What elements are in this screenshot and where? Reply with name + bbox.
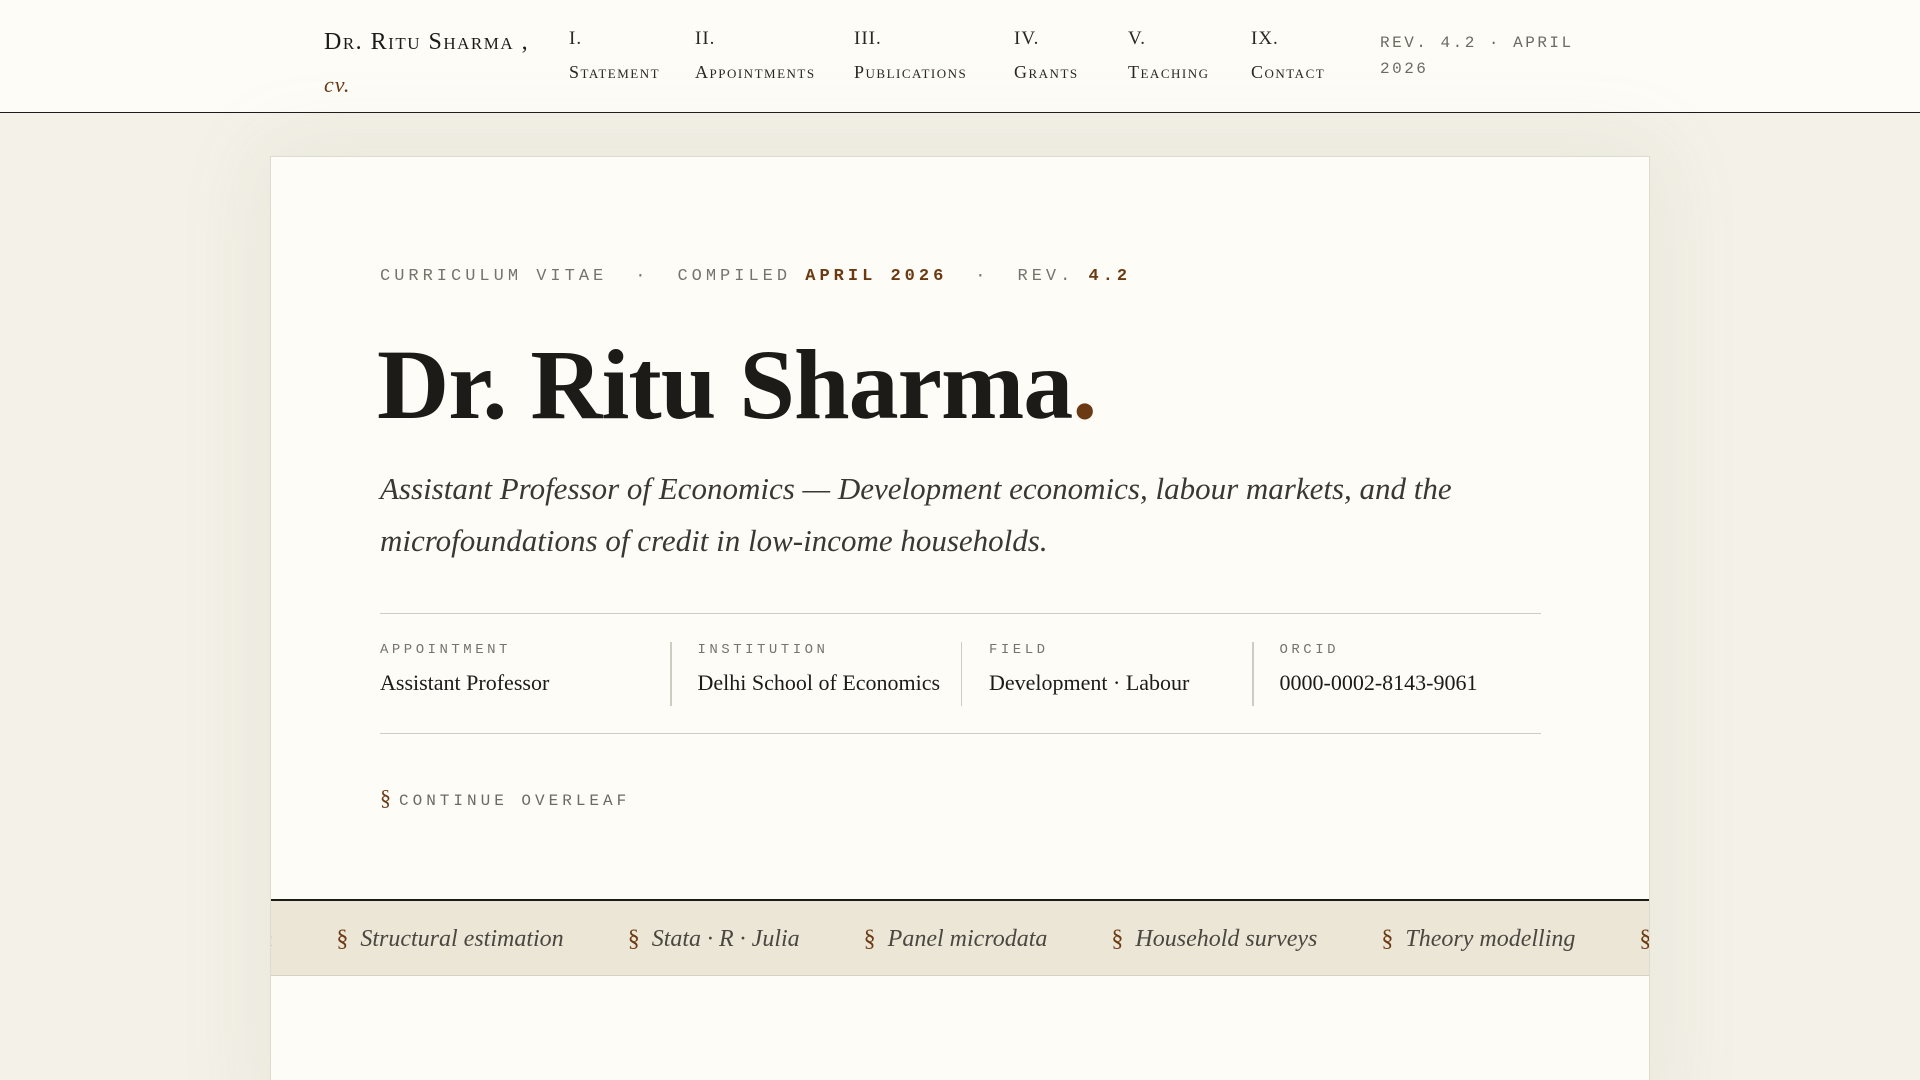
nav-item-number: I. [569,28,583,49]
meta-compiled-label: COMPILED [677,267,792,286]
fact-key: Appointment [380,642,511,658]
revision-label: REV. 4.2 · APRIL 2026 [1380,34,1574,78]
tagline: Assistant Professor of Economics — Devel… [380,471,1452,558]
fact-orcid: ORCID 0000-0002-8143-9061 [1254,614,1534,733]
marquee-item: § Stata · R · Julia [628,926,800,953]
cv-card: CURRICULUM VITAE · COMPILED APRIL 2026 · REV… [270,156,1650,1080]
top-navigation-bar: Dr. Ritu Sharma , cv. I. Statement II. A… [0,0,1920,113]
brand[interactable]: Dr. Ritu Sharma , cv. [324,22,529,105]
marquee-item-label: Household surveys [1135,926,1318,952]
marquee-track: uation § Structural estimation § Stata · R… [271,901,1649,975]
marquee-item-label: Panel microdata [887,926,1048,952]
fact-value: 0000-0002-8143-9061 [1279,670,1478,695]
fact-field: Field Development · Labour [962,614,1252,733]
nav-item-appointments[interactable]: II. Appointments [695,24,816,90]
section-mark-icon: § [336,926,349,952]
fact-appointment: Appointment Assistant Professor [380,614,670,733]
nav-item-statement[interactable]: I. Statement [569,24,660,90]
cv-meta-line: CURRICULUM VITAE · COMPILED APRIL 2026 · REV… [380,267,1131,286]
brand-name: Dr. Ritu Sharma , [324,29,530,55]
nav-item-number: IX. [1251,28,1279,49]
nav-item-publications[interactable]: III. Publications [854,24,967,90]
nav-item-label: Publications [854,62,968,82]
meta-rev-number: 4.2 [1088,267,1132,286]
nav-item-number: IV. [1014,28,1040,49]
fact-key: Field [989,642,1049,658]
section-mark-icon: § [380,785,391,810]
marquee-item: § Household surveys [1111,926,1317,953]
continue-overleaf-link[interactable]: § CONTINUE OVERLEAF [380,785,630,811]
page-title-text: Dr. Ritu Sharma [377,329,1073,440]
nav-item-number: III. [854,28,882,49]
nav-item-label: Statement [569,62,661,82]
fact-value: Delhi School of Economics [697,670,941,695]
meta-separator: · [975,267,990,286]
marquee-item: § [1639,926,1649,953]
fact-institution: Institution Delhi School of Economics [672,614,961,733]
brand-subtitle: cv. [324,72,351,97]
marquee-item: § Panel microdata [864,926,1048,953]
nav-item-label: Contact [1251,62,1326,82]
page-title: Dr. Ritu Sharma. [377,327,1097,442]
nav-item-teaching[interactable]: V. Teaching [1128,24,1210,90]
meta-rev-label: REV. [1017,267,1075,286]
fact-key: ORCID [1279,642,1340,658]
meta-compiled-date: APRIL 2026 [805,267,948,286]
continue-label: CONTINUE OVERLEAF [399,792,631,810]
nav-item-contact[interactable]: IX. Contact [1251,24,1325,90]
marquee-item: uation [271,926,272,953]
section-mark-icon: § [1111,926,1124,952]
page-title-dot: . [1072,329,1097,440]
nav-item-label: Appointments [695,62,816,82]
marquee-item: § Structural estimation [336,926,563,953]
marquee-item-label: Theory modelling [1405,926,1576,952]
fact-value: Assistant Professor [380,670,550,695]
meta-label: CURRICULUM VITAE [380,267,608,286]
marquee-item: § Theory modelling [1381,926,1575,953]
nav-item-label: Grants [1014,62,1079,82]
section-mark-icon: § [1381,926,1394,952]
section-mark-icon: § [863,926,876,952]
facts-row: Appointment Assistant Professor Institut… [380,613,1541,734]
marquee-item-label: uation [271,926,272,952]
nav-item-number: V. [1128,28,1147,49]
marquee-item-label: Structural estimation [360,926,564,952]
section-mark-icon: § [627,926,640,952]
meta-separator: · [635,267,650,286]
marquee-item-label: Stata · R · Julia [651,926,800,952]
skills-marquee: uation § Structural estimation § Stata · R… [271,899,1649,976]
nav-item-number: II. [695,28,716,49]
section-mark-icon: § [1639,926,1649,952]
nav-item-grants[interactable]: IV. Grants [1014,24,1079,90]
nav-item-label: Teaching [1128,62,1210,82]
fact-value: Development · Labour [989,670,1190,695]
fact-key: Institution [697,642,829,658]
